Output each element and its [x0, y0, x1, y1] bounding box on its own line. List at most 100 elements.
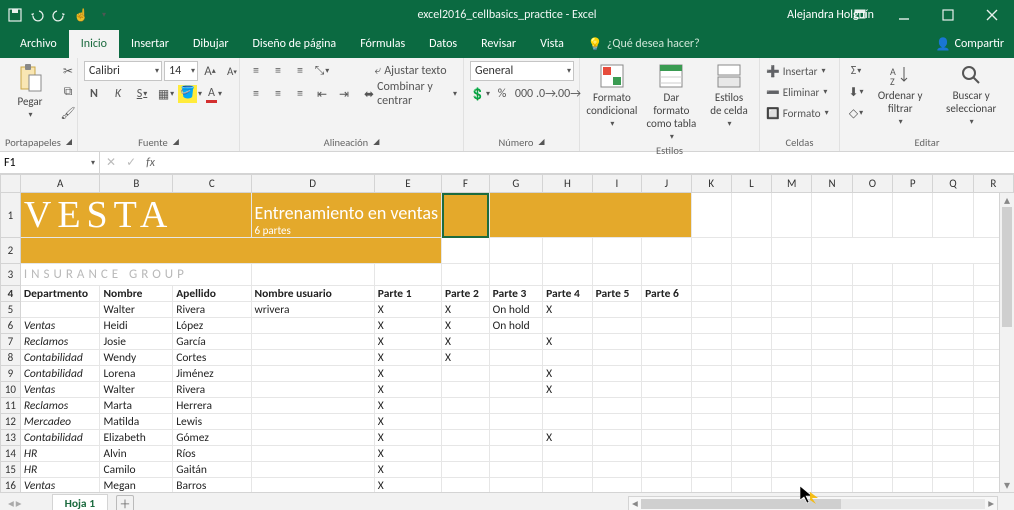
cell[interactable] — [642, 398, 692, 414]
cell[interactable]: García — [173, 334, 251, 350]
row-header[interactable]: 11 — [1, 398, 21, 414]
cell[interactable] — [442, 382, 490, 398]
cell[interactable] — [251, 430, 374, 446]
cell[interactable]: X — [442, 318, 490, 334]
cell[interactable] — [489, 430, 542, 446]
col-header[interactable]: A — [20, 175, 100, 193]
table-header[interactable]: Parte 6 — [642, 286, 692, 302]
cond-format-button[interactable]: Formato condicional▾ — [586, 61, 638, 131]
cancel-formula-icon[interactable]: ✕ — [106, 155, 116, 170]
cell[interactable] — [489, 398, 542, 414]
cut-icon[interactable]: ✂ — [58, 61, 78, 81]
cell[interactable] — [642, 366, 692, 382]
cell[interactable]: X — [543, 302, 593, 318]
cell[interactable]: Ríos — [173, 446, 251, 462]
col-header[interactable]: J — [642, 175, 692, 193]
cell[interactable]: Barros — [173, 478, 251, 493]
grow-font-icon[interactable]: A▴ — [200, 61, 220, 81]
row-header[interactable]: 3 — [1, 264, 21, 286]
table-header[interactable]: Parte 3 — [489, 286, 542, 302]
row-header[interactable]: 4 — [1, 286, 21, 302]
cell[interactable] — [442, 430, 490, 446]
cell[interactable] — [642, 350, 692, 366]
col-header[interactable]: M — [772, 175, 812, 193]
undo-icon[interactable] — [30, 8, 44, 22]
cell[interactable]: X — [374, 382, 441, 398]
cell[interactable]: Matilda — [100, 414, 173, 430]
tab-dibujar[interactable]: Dibujar — [181, 30, 241, 58]
col-header[interactable]: E — [374, 175, 441, 193]
cell[interactable] — [543, 462, 593, 478]
orientation-icon[interactable]: ⤡▾ — [312, 61, 332, 81]
cell[interactable]: X — [374, 446, 441, 462]
cell[interactable] — [592, 414, 642, 430]
cell[interactable]: X — [374, 414, 441, 430]
table-header[interactable]: Parte 1 — [374, 286, 441, 302]
cell[interactable] — [543, 350, 593, 366]
vertical-scrollbar[interactable]: ▴ ▾ — [999, 193, 1014, 492]
cell[interactable] — [442, 446, 490, 462]
align-bottom-icon[interactable]: ≡ — [290, 61, 310, 81]
formula-bar[interactable] — [161, 152, 1014, 173]
wrap-text-button[interactable]: ⤶ Ajustar texto — [364, 61, 457, 81]
col-header[interactable]: C — [173, 175, 251, 193]
cell[interactable]: Josie — [100, 334, 173, 350]
row-header[interactable]: 6 — [1, 318, 21, 334]
col-header[interactable]: D — [251, 175, 374, 193]
redo-icon[interactable] — [52, 8, 66, 22]
dialog-launcher-icon[interactable]: ◢ — [373, 137, 379, 147]
row-header[interactable]: 2 — [1, 238, 21, 264]
row-header[interactable]: 15 — [1, 462, 21, 478]
dialog-launcher-icon[interactable]: ◢ — [173, 137, 179, 147]
col-header[interactable]: K — [691, 175, 731, 193]
col-header[interactable]: L — [731, 175, 771, 193]
bold-button[interactable]: N — [84, 84, 104, 104]
cell[interactable]: Lewis — [173, 414, 251, 430]
cell[interactable] — [251, 382, 374, 398]
cell-styles-button[interactable]: Estilos de celda▾ — [705, 61, 753, 131]
cell[interactable] — [251, 334, 374, 350]
table-header[interactable]: Nombre — [100, 286, 173, 302]
cell[interactable]: Contabilidad — [20, 350, 100, 366]
tab-diseño de página[interactable]: Diseño de página — [241, 30, 349, 58]
cell[interactable]: Rivera — [173, 382, 251, 398]
cell[interactable]: Ventas — [20, 382, 100, 398]
cell[interactable] — [592, 382, 642, 398]
cell[interactable] — [543, 398, 593, 414]
cell[interactable]: X — [442, 334, 490, 350]
paste-button[interactable]: Pegar▾ — [6, 61, 54, 122]
cell[interactable] — [642, 302, 692, 318]
align-right-icon[interactable]: ≡ — [290, 84, 310, 104]
cell[interactable]: Walter — [100, 382, 173, 398]
cell[interactable]: Contabilidad — [20, 366, 100, 382]
cell[interactable]: X — [374, 398, 441, 414]
cell[interactable] — [489, 414, 542, 430]
format-painter-icon[interactable]: 🖌 — [58, 103, 78, 123]
col-header[interactable]: I — [592, 175, 642, 193]
align-middle-icon[interactable]: ≡ — [268, 61, 288, 81]
col-header[interactable]: Q — [933, 175, 973, 193]
cell[interactable] — [592, 334, 642, 350]
tab-file[interactable]: Archivo — [8, 30, 69, 58]
col-header[interactable]: O — [852, 175, 892, 193]
cell[interactable]: Ventas — [20, 478, 100, 493]
cell[interactable]: X — [374, 334, 441, 350]
clear-icon[interactable]: ◇▾ — [846, 103, 866, 123]
cell[interactable] — [489, 382, 542, 398]
maximize-icon[interactable] — [926, 0, 970, 30]
cell[interactable]: Herrera — [173, 398, 251, 414]
row-header[interactable]: 16 — [1, 478, 21, 493]
cell[interactable] — [592, 366, 642, 382]
cell[interactable] — [251, 318, 374, 334]
table-header[interactable]: Apellido — [173, 286, 251, 302]
font-size-combo[interactable]: 14▾ — [164, 61, 198, 81]
align-top-icon[interactable]: ≡ — [246, 61, 266, 81]
border-icon[interactable]: ▦▾ — [156, 84, 176, 104]
tab-vista[interactable]: Vista — [528, 30, 576, 58]
cell[interactable]: On hold — [489, 302, 542, 318]
cell[interactable]: Mercadeo — [20, 414, 100, 430]
cell[interactable]: X — [374, 478, 441, 493]
col-header[interactable]: P — [893, 175, 933, 193]
enter-formula-icon[interactable]: ✓ — [126, 155, 136, 170]
insert-cells-button[interactable]: ➕ Insertar▾ — [766, 61, 826, 81]
